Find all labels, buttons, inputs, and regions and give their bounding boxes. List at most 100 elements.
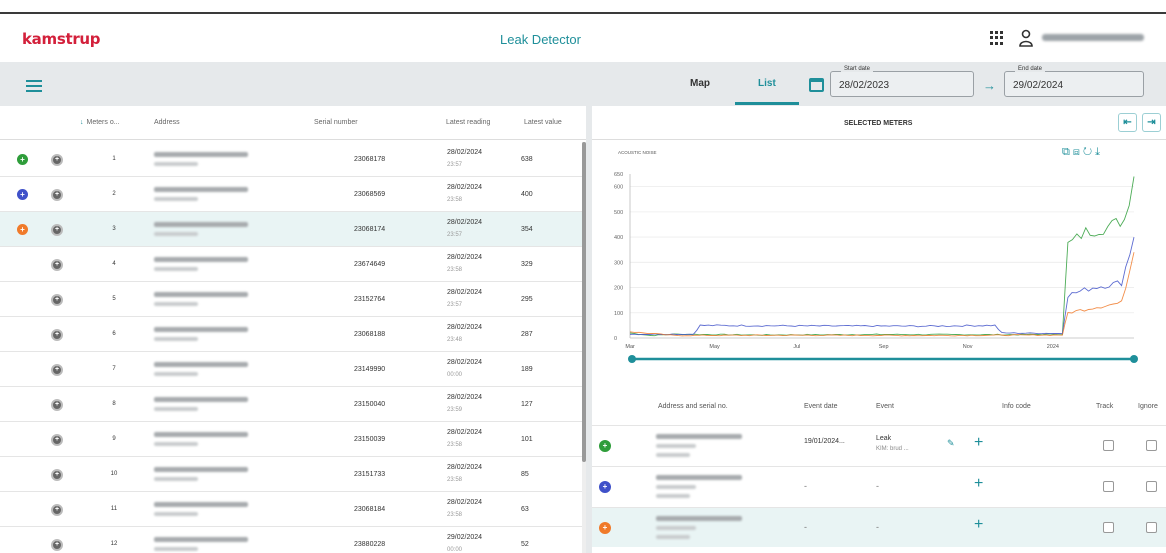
address-redacted — [154, 432, 248, 437]
ignore-checkbox[interactable] — [1146, 440, 1157, 451]
select-meter-button[interactable]: + — [51, 154, 63, 166]
col-latest-reading[interactable]: Latest reading — [446, 119, 490, 126]
table-row[interactable]: +7 23149990 28/02/2024 00:00 189 — [0, 352, 586, 387]
select-meter-button[interactable]: + — [51, 259, 63, 271]
serial-number: 23674649 — [354, 261, 386, 268]
ignore-checkbox[interactable] — [1146, 522, 1157, 533]
track-checkbox[interactable] — [1103, 481, 1114, 492]
ignore-checkbox[interactable] — [1146, 481, 1157, 492]
select-meter-button[interactable]: + — [51, 364, 63, 376]
blue-series-marker[interactable]: + — [599, 481, 611, 493]
address-line2-redacted — [154, 267, 198, 271]
select-meter-button[interactable]: + — [51, 434, 63, 446]
serial-redacted — [656, 535, 690, 539]
tab-list[interactable]: List — [758, 78, 776, 89]
latest-reading-date: 28/02/2024 — [447, 219, 483, 226]
address-line2-redacted — [656, 526, 696, 530]
end-date-field[interactable]: End date 29/02/2024 — [1004, 66, 1144, 97]
blue-series-marker[interactable]: + — [17, 189, 28, 200]
meter-rank: 12 — [110, 541, 118, 547]
meter-rank: 3 — [112, 226, 116, 232]
range-end-handle[interactable] — [1130, 355, 1138, 363]
table-row[interactable]: +9 23150039 28/02/2024 23:58 101 — [0, 422, 586, 457]
select-meter-button[interactable]: + — [51, 469, 63, 481]
table-row[interactable]: +11 23068184 28/02/2024 23:58 63 — [0, 492, 586, 527]
menu-icon[interactable] — [26, 80, 42, 92]
col-event[interactable]: Event — [876, 403, 894, 410]
start-date-field[interactable]: Start date 28/02/2023 — [830, 66, 974, 97]
event-row[interactable]: + - - + — [592, 466, 1166, 506]
green-series-marker[interactable]: + — [599, 440, 611, 452]
select-meter-button[interactable]: + — [51, 224, 63, 236]
collapse-left-button[interactable]: ⇤ — [1118, 113, 1137, 132]
user-name-redacted[interactable] — [1042, 34, 1144, 41]
y-tick-label: 0 — [614, 336, 617, 342]
col-meters-order[interactable]: ↓ Meters o... — [80, 119, 120, 126]
latest-reading-date: 28/02/2024 — [447, 429, 483, 436]
green-series-marker[interactable]: + — [17, 154, 28, 165]
table-row[interactable]: + +2 23068569 28/02/2024 23:58 400 — [0, 177, 586, 212]
edit-pen-icon[interactable]: ✎ — [947, 438, 955, 449]
table-row[interactable]: +6 23068188 28/02/2024 23:48 287 — [0, 317, 586, 352]
expand-right-button[interactable]: ⇥ — [1142, 113, 1161, 132]
acoustic-noise-chart[interactable]: ACOUSTIC NOISE 0 100 200 300 400 500 600 650 Mar M… — [592, 142, 1166, 392]
add-info-code-icon[interactable]: + — [974, 434, 983, 452]
select-meter-button[interactable]: + — [51, 189, 63, 201]
app-title: Leak Detector — [500, 32, 581, 47]
start-date-value: 28/02/2023 — [839, 80, 890, 91]
sort-arrow-icon[interactable]: ↓ — [80, 119, 84, 126]
col-serial-number[interactable]: Serial number — [314, 119, 358, 126]
calendar-icon[interactable] — [809, 78, 824, 92]
table-row[interactable]: + +1 23068178 28/02/2024 23:57 638 — [0, 142, 586, 177]
address-redacted — [656, 475, 742, 480]
address-redacted — [154, 292, 248, 297]
address-line2-redacted — [154, 407, 198, 411]
latest-reading-time: 23:58 — [447, 477, 463, 483]
serial-redacted — [656, 453, 690, 457]
x-tick-label: Jul — [793, 344, 800, 350]
orange-series-marker[interactable]: + — [599, 522, 611, 534]
col-info-code[interactable]: Info code — [1002, 403, 1031, 410]
meter-rank: 9 — [112, 436, 116, 442]
table-row[interactable]: +10 23151733 28/02/2024 23:58 85 — [0, 457, 586, 492]
table-row[interactable]: + +3 23068174 28/02/2024 23:57 354 — [0, 212, 586, 247]
x-tick-label: 2024 — [1047, 344, 1059, 350]
col-event-date[interactable]: Event date — [804, 403, 837, 410]
select-meter-button[interactable]: + — [51, 294, 63, 306]
track-checkbox[interactable] — [1103, 440, 1114, 451]
add-info-code-icon[interactable]: + — [974, 516, 983, 534]
logo[interactable]: kamstrup — [22, 30, 101, 48]
table-row[interactable]: +5 23152764 28/02/2024 23:57 295 — [0, 282, 586, 317]
col-track[interactable]: Track — [1096, 403, 1113, 410]
address-line2-redacted — [154, 337, 198, 341]
table-row[interactable]: +12 23880228 29/02/2024 00:00 52 — [0, 527, 586, 553]
tab-map[interactable]: Map — [690, 78, 710, 89]
select-meter-button[interactable]: + — [51, 504, 63, 516]
table-row[interactable]: +4 23674649 28/02/2024 23:58 329 — [0, 247, 586, 282]
col-ignore[interactable]: Ignore — [1138, 403, 1158, 410]
address-redacted — [656, 434, 742, 439]
event-row[interactable]: +19/01/2024... Leak KIM: brud ... ✎ + — [592, 425, 1166, 465]
latest-value: 63 — [521, 506, 529, 513]
green-series-line — [629, 176, 1135, 337]
address-redacted — [154, 502, 248, 507]
select-meter-button[interactable]: + — [51, 399, 63, 411]
meter-rank: 7 — [112, 366, 116, 372]
event-row[interactable]: + - - + — [592, 507, 1166, 547]
select-meter-button[interactable]: + — [51, 329, 63, 341]
range-start-handle[interactable] — [628, 355, 636, 363]
select-meter-button[interactable]: + — [51, 539, 63, 551]
col-address-serial[interactable]: Address and serial no. — [658, 403, 728, 410]
col-latest-value[interactable]: Latest value — [524, 119, 562, 126]
orange-series-marker[interactable]: + — [17, 224, 28, 235]
track-checkbox[interactable] — [1103, 522, 1114, 533]
col-address[interactable]: Address — [154, 119, 180, 126]
add-info-code-icon[interactable]: + — [974, 475, 983, 493]
address-line2-redacted — [154, 547, 198, 551]
orange-series-line — [629, 252, 1135, 337]
table-row[interactable]: +8 23150040 28/02/2024 23:59 127 — [0, 387, 586, 422]
latest-value: 85 — [521, 471, 529, 478]
app-grid-icon[interactable] — [990, 31, 1004, 45]
user-icon[interactable] — [1019, 29, 1033, 47]
serial-number: 23068178 — [354, 156, 386, 163]
